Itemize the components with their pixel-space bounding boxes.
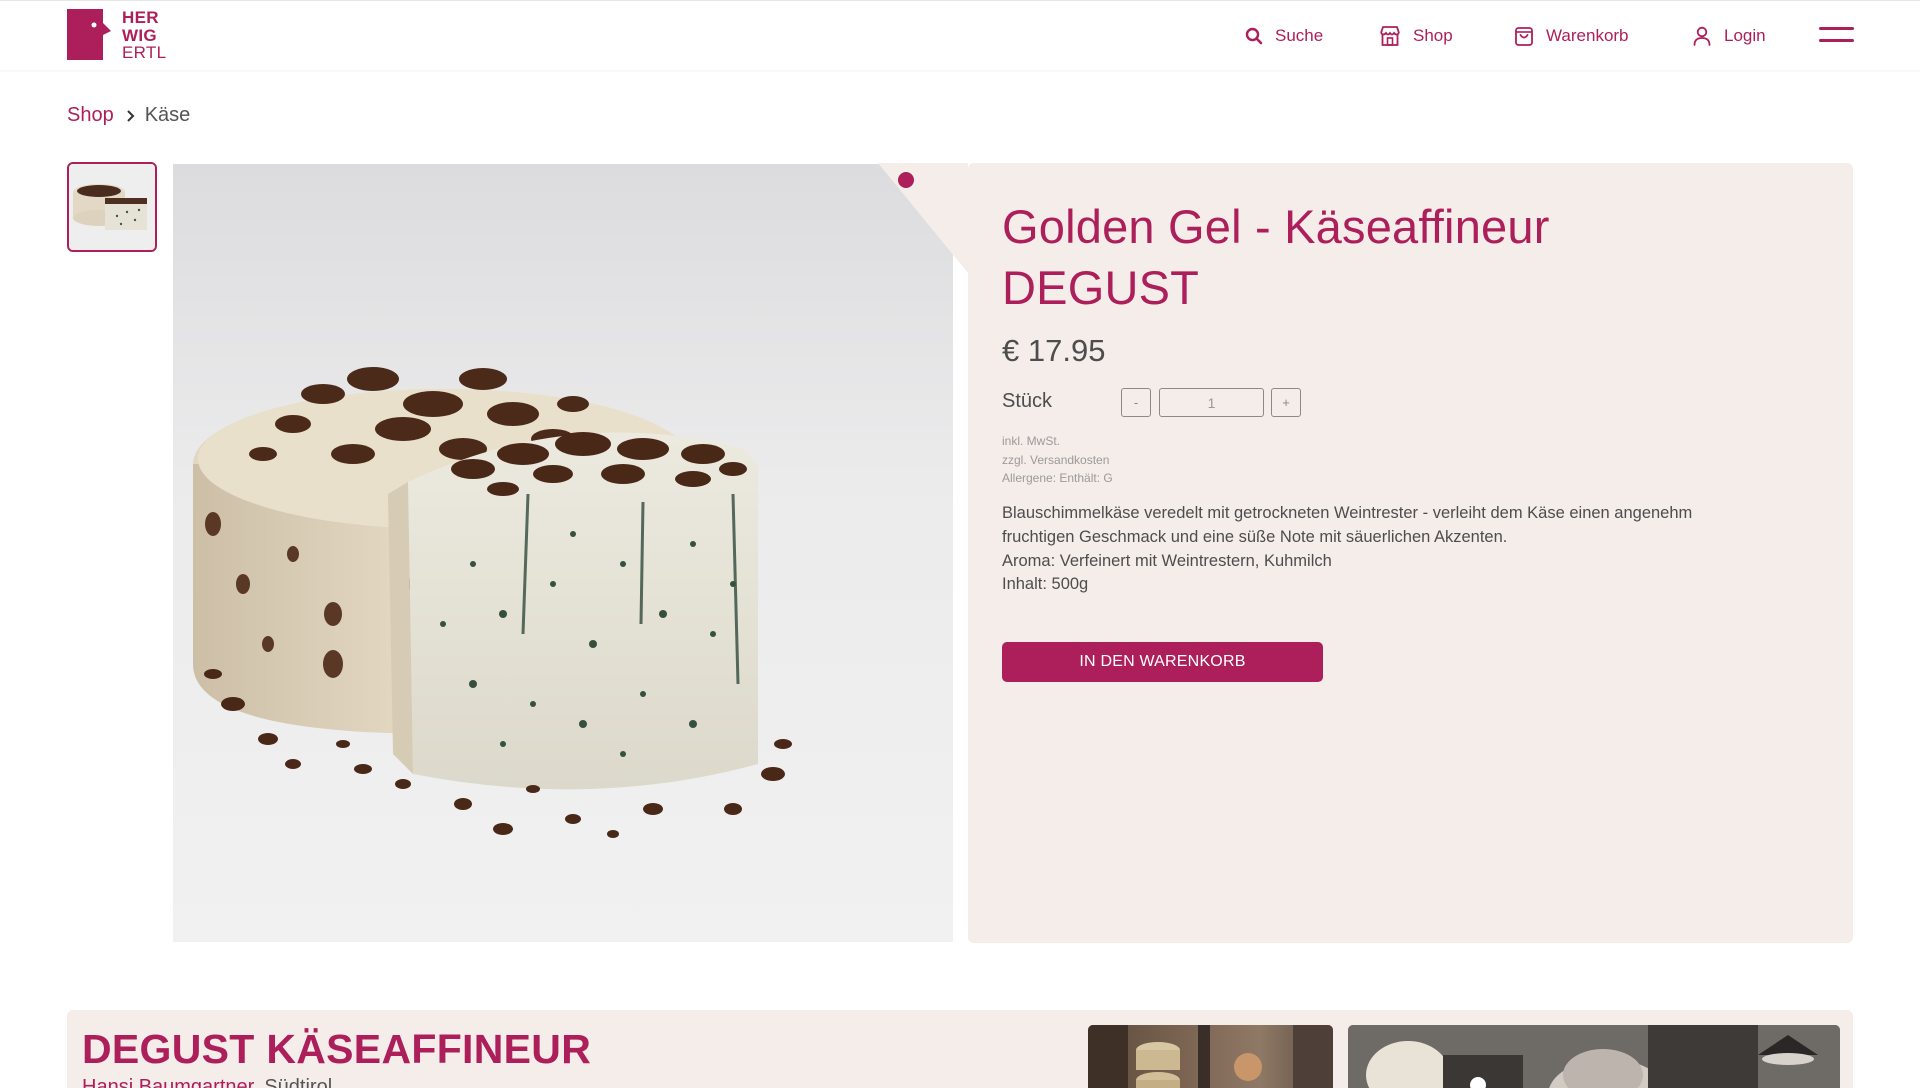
burger-line xyxy=(1819,39,1854,42)
shopping-bag-icon xyxy=(1515,27,1533,46)
logo[interactable]: HER WIG ERTL xyxy=(67,9,177,63)
nav-shop-label: Shop xyxy=(1413,26,1453,45)
nav-shop[interactable]: Shop xyxy=(1379,23,1453,49)
quantity-decrease-button[interactable]: - xyxy=(1121,388,1151,417)
producer-photo-cellar xyxy=(1088,1025,1333,1088)
logo-line-1: HER xyxy=(122,8,159,27)
product-legal-info: inkl. MwSt. zzgl. Versandkosten Allergen… xyxy=(1002,432,1113,488)
user-icon xyxy=(1693,26,1711,46)
shipping-note: zzgl. Versandkosten xyxy=(1002,452,1110,467)
vat-note: inkl. MwSt. xyxy=(1002,434,1061,448)
chevron-right-icon xyxy=(126,109,136,123)
product-badge-flag xyxy=(878,163,968,273)
nav-search-label: Suche xyxy=(1275,26,1324,45)
search-icon xyxy=(1245,27,1263,45)
add-to-cart-button[interactable]: IN DEN WARENKORB xyxy=(1002,642,1323,682)
product-description: Blauschimmelkäse veredelt mit getrocknet… xyxy=(1002,502,1762,597)
producer-title: DEGUST KÄSEAFFINEUR xyxy=(82,1026,592,1072)
store-icon xyxy=(1380,26,1400,46)
nav-login[interactable]: Login xyxy=(1692,23,1766,49)
producer-name-link[interactable]: Hansi Baumgartner xyxy=(82,1076,253,1088)
logo-line-3: ERTL xyxy=(122,43,167,62)
cellar-photo xyxy=(1088,1025,1333,1088)
nav-login-label: Login xyxy=(1724,26,1766,45)
cheese-illustration xyxy=(193,367,792,838)
product-thumbnail[interactable] xyxy=(67,162,157,252)
breadcrumb-current: Käse xyxy=(144,104,191,126)
nav-cart[interactable]: Warenkorb xyxy=(1514,23,1629,49)
logo-line-2: WIG xyxy=(122,25,157,45)
producer-subtitle: Hansi Baumgartner, Südtirol xyxy=(82,1076,332,1088)
producer-photo-portrait xyxy=(1348,1025,1840,1088)
breadcrumb: Shop Käse xyxy=(67,104,190,127)
thumbnail-cheese-image xyxy=(69,164,155,250)
nav-cart-label: Warenkorb xyxy=(1546,26,1629,45)
product-title: Golden Gel - Käseaffineur DEGUST xyxy=(1002,200,1550,314)
description-text: Blauschimmelkäse veredelt mit getrocknet… xyxy=(1002,504,1693,546)
producer-separator: , xyxy=(253,1076,265,1088)
hamburger-menu-icon[interactable] xyxy=(1819,25,1854,45)
allergen-note: Allergene: Enthält: G xyxy=(1002,471,1113,485)
product-price: € 17.95 xyxy=(1002,333,1106,368)
quantity-input[interactable] xyxy=(1159,388,1264,417)
logo-mark-icon xyxy=(67,9,111,60)
portrait-photo xyxy=(1348,1025,1840,1088)
producer-section: DEGUST KÄSEAFFINEUR Hansi Baumgartner, S… xyxy=(67,1010,1853,1088)
product-main-image xyxy=(173,164,953,942)
quantity-label: Stück xyxy=(1002,390,1053,412)
site-header: HER WIG ERTL Suche Shop Warenkorb Login xyxy=(0,0,1920,70)
producer-location: Südtirol xyxy=(264,1076,333,1088)
content-text: Inhalt: 500g xyxy=(1002,575,1089,594)
nav-search[interactable]: Suche xyxy=(1245,23,1323,49)
logo-text: HER WIG ERTL xyxy=(122,9,166,62)
burger-line xyxy=(1819,27,1854,30)
breadcrumb-shop-link[interactable]: Shop xyxy=(67,104,114,127)
quantity-increase-button[interactable]: + xyxy=(1271,388,1301,417)
aroma-text: Aroma: Verfeinert mit Weintrestern, Kuhm… xyxy=(1002,551,1332,570)
